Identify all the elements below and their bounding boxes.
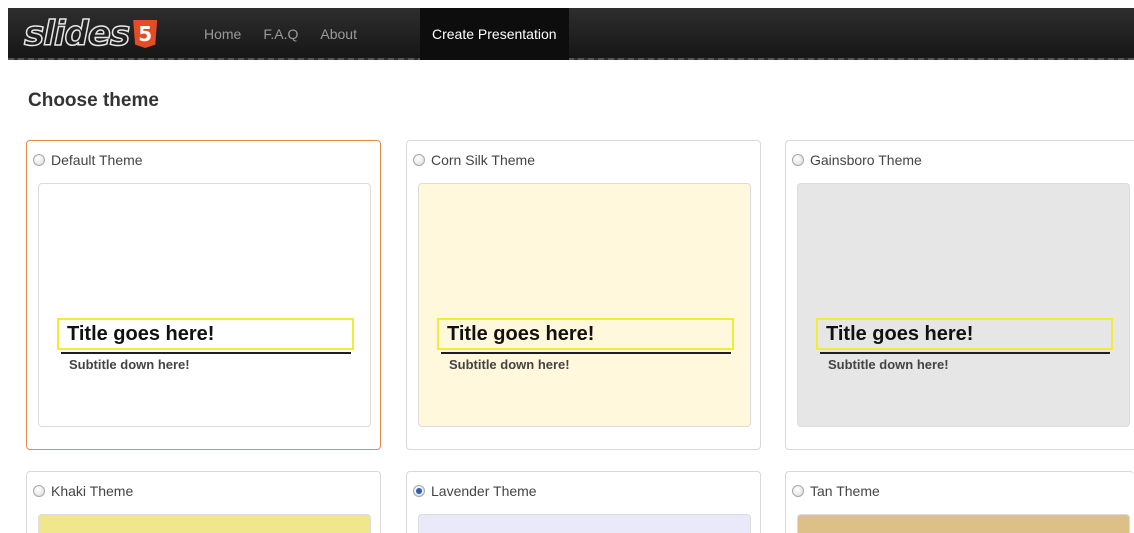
theme-label: Lavender Theme (431, 483, 537, 499)
theme-radio-default[interactable] (33, 154, 45, 166)
theme-preview-khaki[interactable] (38, 514, 371, 533)
theme-label: Gainsboro Theme (810, 152, 922, 168)
slide-subtitle-sample: Subtitle down here! (449, 357, 570, 372)
theme-preview-tan[interactable] (797, 514, 1130, 533)
theme-radio-khaki[interactable] (33, 485, 45, 497)
theme-option-tan[interactable]: Tan Theme (792, 483, 880, 499)
navbar: slides 5 Home F.A.Q About Create Present… (8, 8, 1134, 60)
slide-subtitle-sample: Subtitle down here! (828, 357, 949, 372)
theme-option-khaki[interactable]: Khaki Theme (33, 483, 133, 499)
theme-preview-lavender[interactable] (418, 514, 751, 533)
theme-option-lavender[interactable]: Lavender Theme (413, 483, 537, 499)
theme-label: Corn Silk Theme (431, 152, 536, 168)
theme-radio-corn-silk[interactable] (413, 154, 425, 166)
top-bar: slides 5 Home F.A.Q About Create Present… (0, 0, 1134, 62)
slide-title-rule (441, 352, 731, 354)
theme-radio-lavender[interactable] (413, 485, 425, 497)
nav-about-link[interactable]: About (320, 26, 357, 42)
theme-option-gainsboro[interactable]: Gainsboro Theme (792, 152, 922, 168)
theme-radio-gainsboro[interactable] (792, 154, 804, 166)
theme-label: Default Theme (51, 152, 143, 168)
logo-text: slides (23, 13, 131, 55)
theme-card-khaki[interactable]: Khaki Theme (26, 471, 381, 533)
theme-card-corn-silk[interactable]: Corn Silk Theme Title goes here! Subtitl… (406, 140, 761, 450)
theme-card-gainsboro[interactable]: Gainsboro Theme Title goes here! Subtitl… (785, 140, 1134, 450)
html5-badge-icon: 5 (133, 20, 158, 48)
slide-subtitle-sample: Subtitle down here! (69, 357, 190, 372)
slide-title-rule (61, 352, 351, 354)
slide-title-sample: Title goes here! (437, 318, 734, 350)
page-title: Choose theme (28, 90, 159, 111)
theme-preview-gainsboro[interactable]: Title goes here! Subtitle down here! (797, 183, 1130, 427)
create-presentation-link[interactable]: Create Presentation (420, 8, 569, 60)
theme-card-tan[interactable]: Tan Theme (785, 471, 1134, 533)
logo[interactable]: slides 5 (23, 13, 158, 55)
theme-card-default[interactable]: Default Theme Title goes here! Subtitle … (26, 140, 381, 450)
nav-home-link[interactable]: Home (204, 26, 241, 42)
theme-option-corn-silk[interactable]: Corn Silk Theme (413, 152, 535, 168)
theme-label: Khaki Theme (51, 483, 134, 499)
theme-option-default[interactable]: Default Theme (33, 152, 143, 168)
nav-links: Home F.A.Q About (204, 8, 379, 60)
slide-title-rule (820, 352, 1110, 354)
slide-title-sample: Title goes here! (816, 318, 1113, 350)
theme-preview-corn-silk[interactable]: Title goes here! Subtitle down here! (418, 183, 751, 427)
slide-title-sample: Title goes here! (57, 318, 354, 350)
theme-label: Tan Theme (810, 483, 880, 499)
theme-radio-tan[interactable] (792, 485, 804, 497)
nav-faq-link[interactable]: F.A.Q (263, 26, 298, 42)
theme-preview-default[interactable]: Title goes here! Subtitle down here! (38, 183, 371, 427)
theme-card-lavender[interactable]: Lavender Theme (406, 471, 761, 533)
